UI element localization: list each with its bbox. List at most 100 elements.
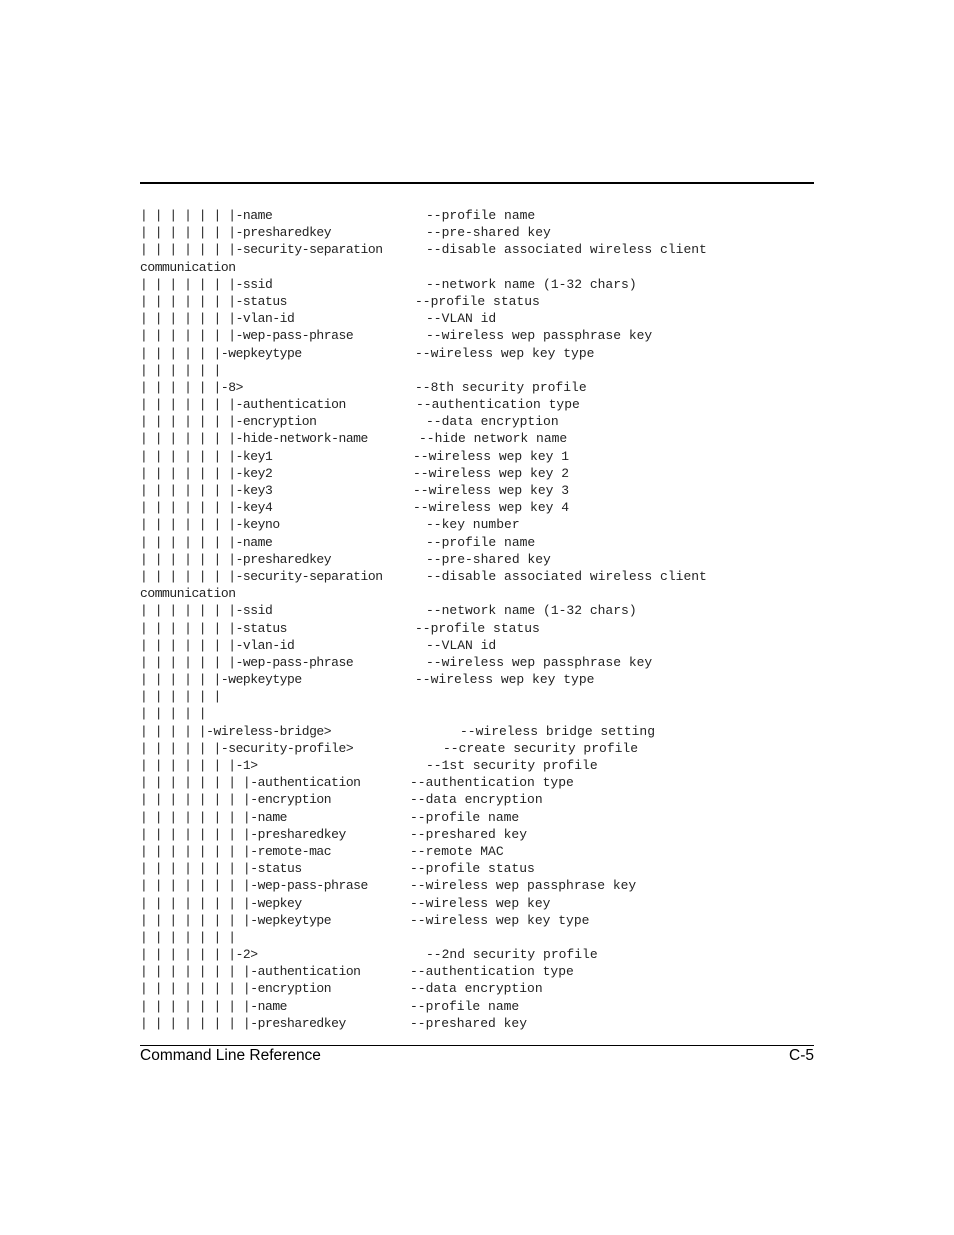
code-line: | | | | | | | |-wepkey --wireless wep key bbox=[140, 895, 820, 912]
command-tree: | | | | | | |-name --profile name | | | | … bbox=[140, 207, 820, 1032]
code-line: | | | | | | | |-presharedkey --preshared … bbox=[140, 826, 820, 843]
command-path: | | | | | | |-presharedkey bbox=[140, 225, 332, 241]
code-line: | | | | | |-wepkeytype --wireless wep key… bbox=[140, 671, 820, 688]
code-line: | | | | | | |-security-separation --disab… bbox=[140, 241, 820, 258]
command-description: --wireless wep passphrase key bbox=[410, 878, 637, 894]
code-line: | | | | | | |-hide-network-name --hide ne… bbox=[140, 430, 820, 447]
code-line: | | | | | | | |-encryption --data encrypt… bbox=[140, 980, 820, 997]
command-description: --pre-shared key bbox=[426, 551, 551, 567]
code-line: | | | | | | | |-presharedkey --preshared … bbox=[140, 1015, 820, 1032]
command-path: | | | | | | | |-status bbox=[140, 861, 302, 877]
command-path: | | | | | | |-presharedkey bbox=[140, 551, 332, 567]
command-path: | | | | | | |-2> bbox=[140, 947, 258, 963]
command-description: --pre-shared key bbox=[426, 225, 551, 241]
command-path: | | | | | | |-ssid bbox=[140, 603, 273, 619]
command-description: --wireless wep key type bbox=[415, 672, 595, 688]
command-description: --wireless bridge setting bbox=[460, 723, 656, 739]
command-path: | | | | | | |-security-separation bbox=[140, 242, 383, 258]
command-path: | | | | | | |-key1 bbox=[140, 448, 273, 464]
code-line: | | | | | | |-2> --2nd security profile bbox=[140, 946, 820, 963]
command-path: | | | | | | |-key2 bbox=[140, 465, 273, 481]
command-description: --wireless wep key 1 bbox=[413, 448, 570, 464]
command-path: | | | | | | | bbox=[140, 929, 236, 945]
page-number: C-5 bbox=[789, 1047, 814, 1064]
command-description: --hide network name bbox=[419, 431, 568, 447]
code-line: | | | | | | |-1> --1st security profile bbox=[140, 757, 820, 774]
code-line: | | | | | | |-name --profile name bbox=[140, 207, 820, 224]
command-description: --VLAN id bbox=[426, 311, 497, 327]
code-line: | | | | | |-8> --8th security profile bbox=[140, 379, 820, 396]
command-description: --wireless wep key 3 bbox=[413, 483, 570, 498]
command-path: | | | | | | | |-encryption bbox=[140, 792, 332, 808]
command-path: | | | | |-wireless-bridge> bbox=[140, 723, 332, 739]
code-line: | | | | | | bbox=[140, 362, 820, 379]
code-line: | | | | | | |-authentication --authentica… bbox=[140, 396, 820, 413]
code-line: | | | | | | |-status --profile status bbox=[140, 293, 820, 310]
command-path: | | | | | | | |-remote-mac bbox=[140, 843, 332, 859]
command-description: --authentication type bbox=[410, 964, 574, 980]
code-line: | | | | | | |-encryption --data encryptio… bbox=[140, 413, 820, 430]
command-description: --disable associated wireless client bbox=[426, 242, 707, 258]
command-path: | | | | | | |-security-separation bbox=[140, 568, 383, 584]
code-line: communication bbox=[140, 585, 820, 602]
command-path: | | | | | | | |-presharedkey bbox=[140, 826, 346, 842]
command-description: --network name (1-32 chars) bbox=[426, 276, 637, 292]
command-path: | | | | | | | |-authentication bbox=[140, 964, 361, 980]
code-line: | | | | | | |-key4 --wireless wep key 4 bbox=[140, 499, 820, 516]
command-path: | | | | | | |-key4 bbox=[140, 500, 273, 516]
command-path: | | | | | |-security-profile> bbox=[140, 740, 354, 756]
code-line: | | | | | | | |-authentication --authenti… bbox=[140, 774, 820, 791]
code-line: | | | | | | |-keyno --key number bbox=[140, 516, 820, 533]
command-description: --authentication type bbox=[410, 775, 574, 791]
command-description: --wireless wep key type bbox=[410, 912, 590, 928]
code-line: | | | | | | |-security-separation --disab… bbox=[140, 568, 820, 585]
command-description: --wireless wep key 4 bbox=[413, 500, 570, 516]
code-line: | | | | | | |-name --profile name bbox=[140, 534, 820, 551]
command-path: | | | | | | | |-name bbox=[140, 998, 288, 1014]
command-description: --data encryption bbox=[410, 981, 543, 997]
command-description: --wireless wep key 2 bbox=[413, 465, 570, 481]
command-path: | | | | | | | |-wepkeytype bbox=[140, 912, 332, 928]
command-path: | | | | | | |-status bbox=[140, 293, 288, 309]
command-description: --profile status bbox=[415, 620, 540, 636]
command-path: | | | | | | |-hide-network-name bbox=[140, 431, 368, 447]
command-description: --remote MAC bbox=[410, 843, 504, 859]
command-description: --profile status bbox=[410, 861, 535, 877]
code-line: | | | | | |-security-profile> --create se… bbox=[140, 740, 820, 757]
command-path: | | | | | | |-vlan-id bbox=[140, 311, 295, 327]
command-path: | | | | | | |-1> bbox=[140, 758, 258, 773]
command-path: | | | | | |-wepkeytype bbox=[140, 345, 302, 361]
code-line: | | | | | | |-presharedkey --pre-shared k… bbox=[140, 224, 820, 241]
command-path: | | | | | | |-encryption bbox=[140, 414, 317, 430]
command-description: --create security profile bbox=[443, 740, 639, 756]
command-description: --VLAN id bbox=[426, 637, 497, 653]
code-line: | | | | | | |-status --profile status bbox=[140, 620, 820, 637]
command-path: | | | | | bbox=[140, 706, 207, 722]
command-path: | | | | | | |-keyno bbox=[140, 517, 280, 533]
code-line: | | | | | | |-wep-pass-phrase --wireless … bbox=[140, 654, 820, 671]
command-description: --2nd security profile bbox=[426, 947, 598, 963]
code-line: | | | | | | |-wep-pass-phrase --wireless … bbox=[140, 327, 820, 344]
code-line: | | | | | | | |-wep-pass-phrase --wireles… bbox=[140, 877, 820, 894]
command-description: --wireless wep passphrase key bbox=[426, 328, 653, 344]
code-line: | | | | | | bbox=[140, 688, 820, 705]
command-path: | | | | | | |-name bbox=[140, 208, 273, 223]
command-path: | | | | | |-wepkeytype bbox=[140, 672, 302, 688]
code-line: | | | | | | | |-remote-mac --remote MAC bbox=[140, 843, 820, 860]
code-line: | | | | | | | |-status --profile status bbox=[140, 860, 820, 877]
code-line: | | | | | | | |-encryption --data encrypt… bbox=[140, 791, 820, 808]
command-path: communication bbox=[140, 586, 236, 602]
code-line: | | | | | | |-presharedkey --pre-shared k… bbox=[140, 551, 820, 568]
command-description: --profile name bbox=[410, 809, 520, 825]
code-line: | | | | | | |-vlan-id --VLAN id bbox=[140, 310, 820, 327]
code-line: | | | | | | | |-name --profile name bbox=[140, 998, 820, 1015]
command-path: | | | | | | |-key3 bbox=[140, 483, 273, 498]
command-description: --network name (1-32 chars) bbox=[426, 603, 637, 619]
command-path: | | | | | | bbox=[140, 689, 221, 705]
command-description: --8th security profile bbox=[415, 379, 587, 395]
command-path: | | | | | | | |-presharedkey bbox=[140, 1015, 346, 1031]
command-path: | | | | | | | |-wep-pass-phrase bbox=[140, 878, 368, 894]
command-description: --preshared key bbox=[410, 826, 528, 842]
code-line: | | | | | | |-key1 --wireless wep key 1 bbox=[140, 448, 820, 465]
command-description: --profile status bbox=[415, 293, 540, 309]
